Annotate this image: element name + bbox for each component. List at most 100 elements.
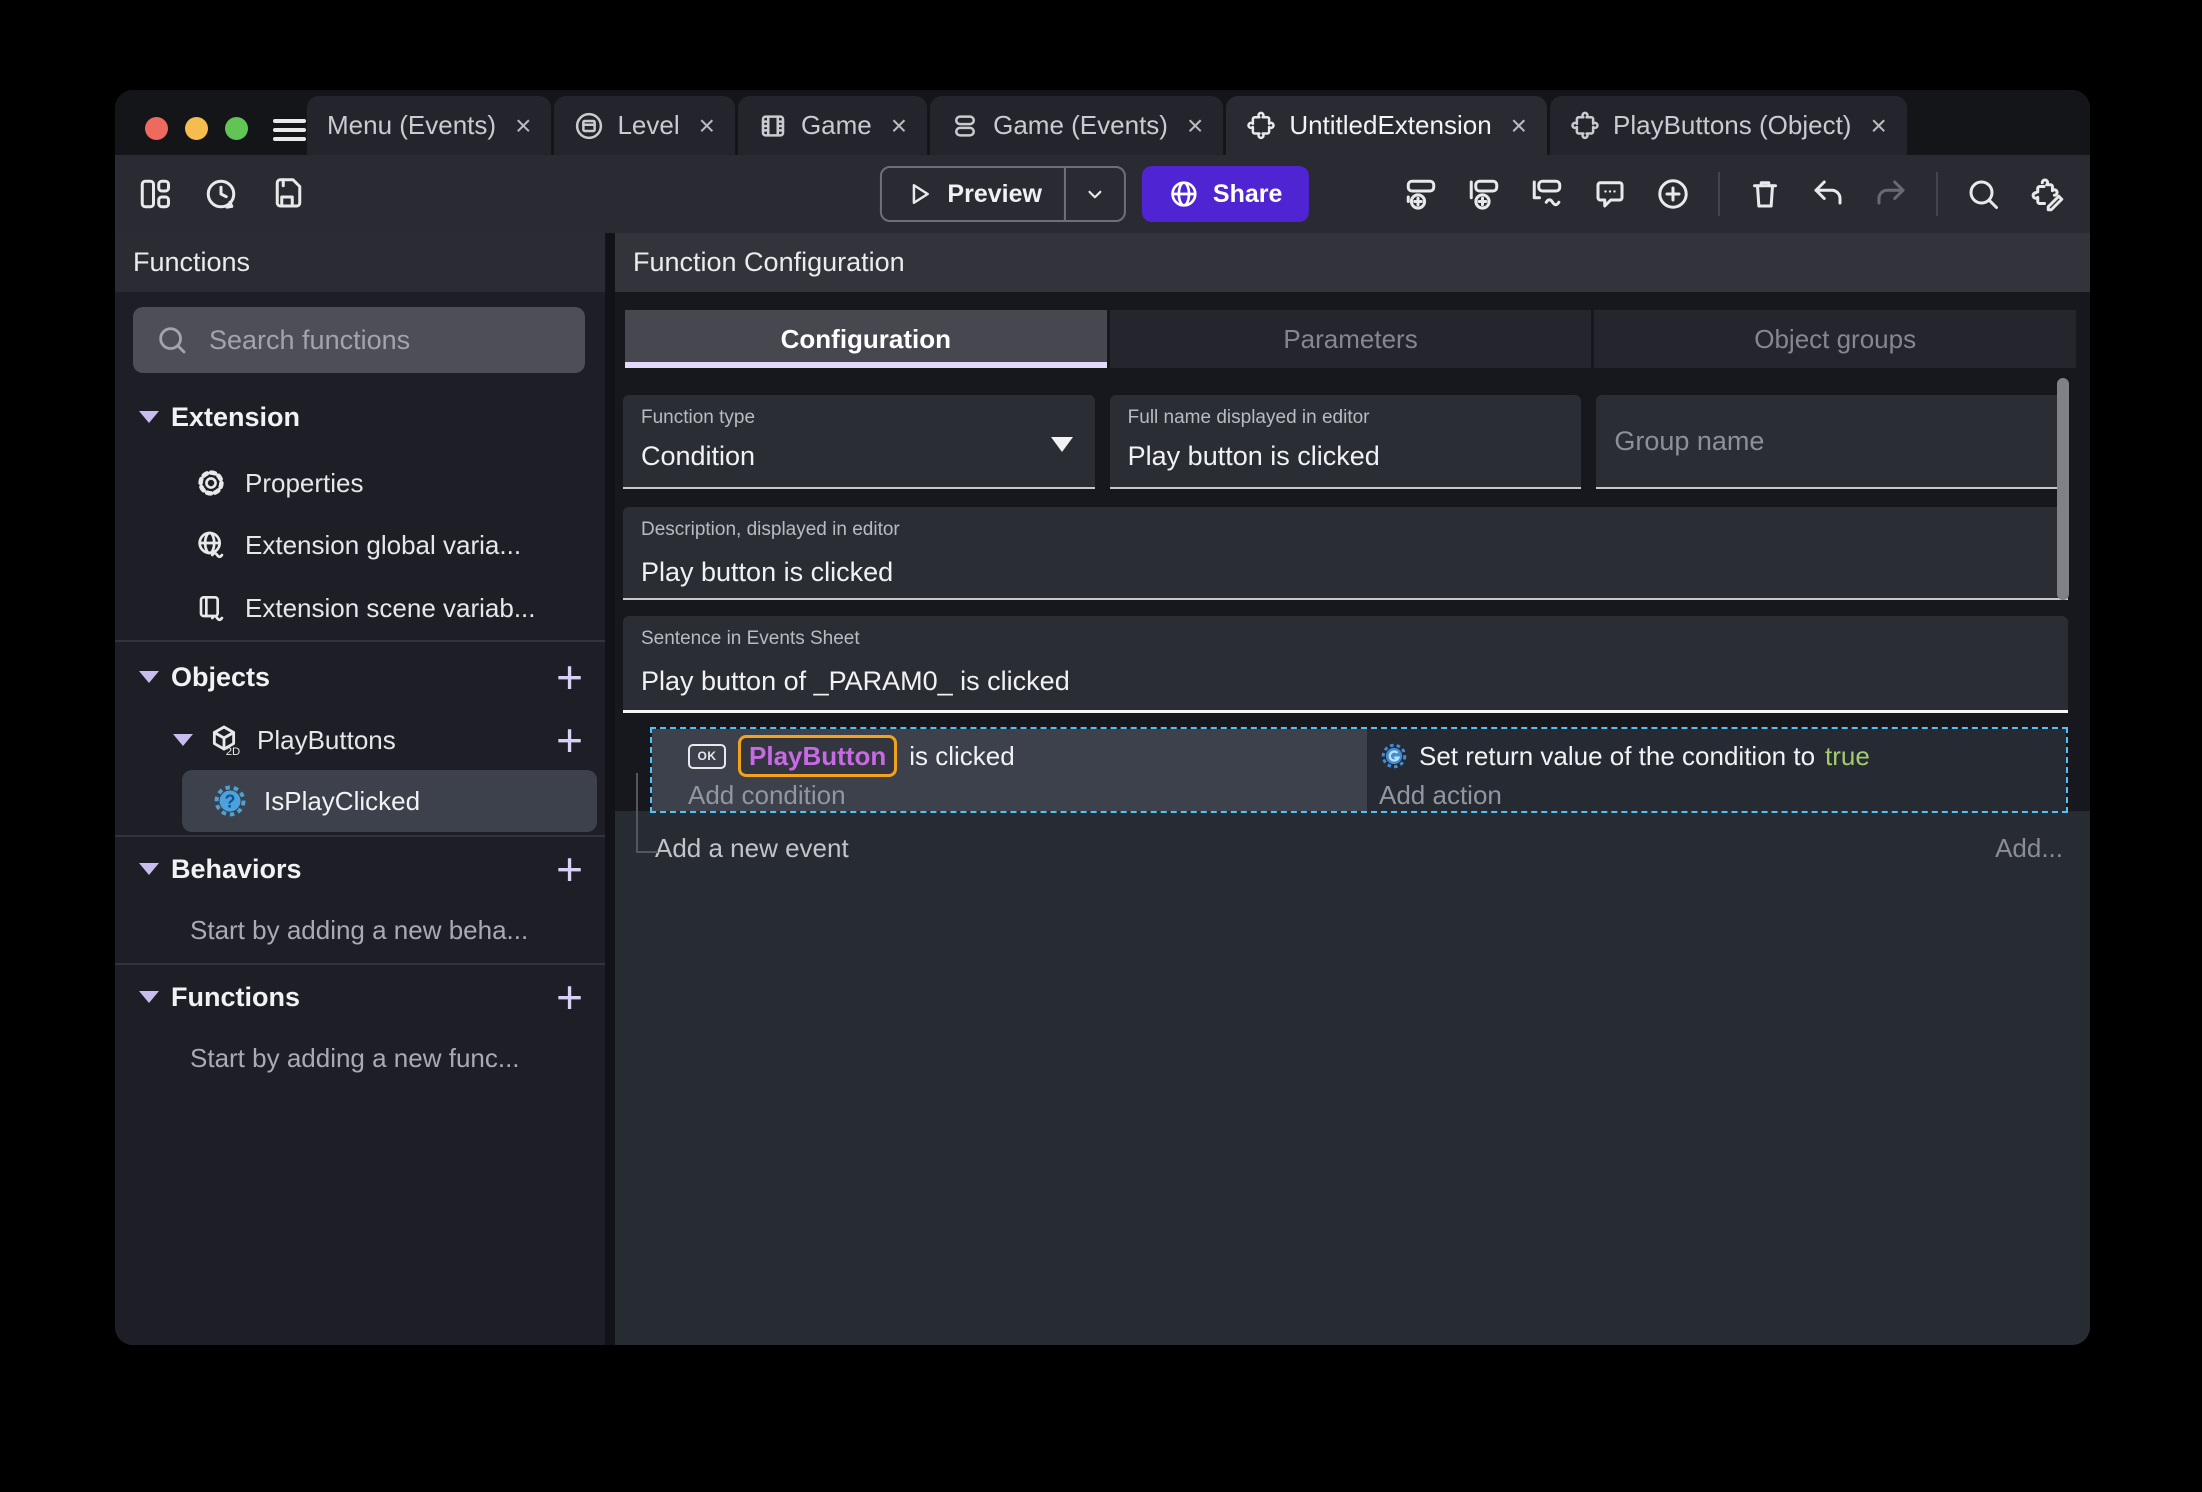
dropdown-caret-icon	[1050, 437, 1073, 452]
share-button[interactable]: Share	[1141, 166, 1309, 222]
circle-plus-icon[interactable]	[1655, 176, 1691, 212]
minimize-window-button[interactable]	[185, 117, 208, 140]
close-tab-icon[interactable]: ×	[1511, 111, 1527, 140]
search-functions-box[interactable]	[133, 307, 585, 373]
sidebar-section-extension[interactable]: Extension	[115, 392, 605, 442]
empty-state-label: Start by adding a new beha...	[190, 914, 529, 945]
close-window-button[interactable]	[145, 117, 168, 140]
add-free-function-button[interactable]: +	[556, 974, 583, 1020]
tab-parameters[interactable]: Parameters	[1109, 310, 1592, 368]
editor-tabs: Menu (Events) × Level × Game × Game (Eve…	[307, 96, 1910, 155]
sentence-field[interactable]: Sentence in Events Sheet Play button of …	[623, 616, 2068, 713]
collapse-triangle-icon[interactable]	[139, 991, 159, 1003]
redo-icon[interactable]	[1873, 176, 1909, 212]
configuration-tabs: Configuration Parameters Object groups	[625, 310, 2077, 368]
globe-variables-icon	[198, 531, 224, 559]
sidebar-item-extension-scene-variables[interactable]: Extension scene variab...	[115, 583, 605, 633]
sidebar-section-behaviors[interactable]: Behaviors +	[115, 844, 605, 894]
add-action-button[interactable]: Add action	[1379, 780, 2066, 811]
close-tab-icon[interactable]: ×	[515, 111, 531, 140]
functions-sidebar: Functions Extension Properties Extension…	[115, 233, 605, 1345]
tab-label: Level	[617, 110, 680, 140]
preview-dropdown-button[interactable]	[1066, 168, 1124, 220]
scene-icon	[576, 112, 603, 139]
tab-label: Game (Events)	[993, 110, 1168, 140]
add-condition-button[interactable]: Add condition	[688, 780, 1367, 811]
function-type-select[interactable]: Function type Condition	[623, 395, 1095, 489]
svg-text:?: ?	[225, 791, 236, 811]
button-object-icon: OK	[688, 743, 726, 769]
condition-instruction[interactable]: OK PlayButton is clicked	[688, 735, 1367, 777]
group-name-field[interactable]	[1596, 395, 2068, 489]
search-icon	[159, 327, 186, 354]
search-icon[interactable]	[1965, 176, 2001, 212]
chevron-down-icon	[1088, 190, 1102, 199]
panel-divider[interactable]	[605, 233, 615, 1345]
item-label: IsPlayClicked	[264, 785, 421, 816]
play-icon	[912, 184, 929, 204]
project-manager-icon[interactable]	[137, 176, 173, 212]
conditions-column[interactable]: OK PlayButton is clicked Add condition	[652, 729, 1367, 811]
collapse-triangle-icon[interactable]	[139, 863, 159, 875]
sidebar-item-isplayclicked[interactable]: ? IsPlayClicked	[182, 770, 597, 832]
functions-empty-state: Start by adding a new func...	[115, 1033, 605, 1083]
preview-button[interactable]: Preview	[879, 166, 1126, 222]
section-divider	[115, 835, 605, 837]
menu-icon[interactable]	[273, 119, 306, 141]
add-function-to-object-button[interactable]: +	[556, 717, 583, 763]
actions-column[interactable]: Set return value of the condition to tru…	[1367, 729, 2066, 811]
close-tab-icon[interactable]: ×	[891, 111, 907, 140]
events-sheet[interactable]: Add a new event Add...	[615, 811, 2090, 1345]
function-gear-icon	[1379, 741, 1409, 771]
tab-game[interactable]: Game ×	[737, 96, 928, 155]
close-tab-icon[interactable]: ×	[699, 111, 715, 140]
add-object-button[interactable]: +	[556, 654, 583, 700]
sidebar-section-functions[interactable]: Functions +	[115, 972, 605, 1022]
action-instruction[interactable]: Set return value of the condition to tru…	[1379, 736, 2066, 776]
group-name-input[interactable]	[1614, 425, 2050, 457]
tab-game-events[interactable]: Game (Events) ×	[930, 96, 1224, 155]
item-label: Extension global varia...	[245, 529, 522, 560]
sidebar-item-properties[interactable]: Properties	[115, 458, 605, 508]
collapse-triangle-icon[interactable]	[139, 411, 159, 423]
tab-level[interactable]: Level ×	[554, 96, 735, 155]
full-name-field[interactable]: Full name displayed in editor Play butto…	[1109, 395, 1582, 489]
tab-label: Menu (Events)	[327, 110, 497, 140]
add-behavior-button[interactable]: +	[556, 846, 583, 892]
delete-icon[interactable]	[1747, 176, 1783, 212]
full-name-value: Play button is clicked	[1127, 441, 1380, 471]
collapse-triangle-icon[interactable]	[139, 671, 159, 683]
close-tab-icon[interactable]: ×	[1870, 111, 1886, 140]
maximize-window-button[interactable]	[225, 117, 248, 140]
undo-icon[interactable]	[1810, 176, 1846, 212]
sidebar-item-extension-global-variables[interactable]: Extension global varia...	[115, 520, 605, 570]
vertical-scrollbar[interactable]	[2057, 378, 2069, 600]
add-other-event-icon[interactable]	[1529, 176, 1565, 212]
tab-object-groups[interactable]: Object groups	[1594, 310, 2077, 368]
section-label: Functions	[171, 981, 300, 1012]
preview-button-main[interactable]: Preview	[881, 168, 1064, 220]
tab-configuration[interactable]: Configuration	[625, 310, 1107, 368]
tab-label: Game	[800, 110, 872, 140]
selected-event-row[interactable]: OK PlayButton is clicked Add condition S…	[650, 727, 2068, 813]
object-chip-playbutton[interactable]: PlayButton	[738, 735, 898, 777]
toolbar-center-group: Preview Share	[879, 166, 1309, 222]
add-comment-icon[interactable]	[1592, 176, 1628, 212]
search-functions-input[interactable]	[209, 324, 575, 356]
close-tab-icon[interactable]: ×	[1187, 111, 1203, 140]
edit-extension-icon[interactable]	[2028, 176, 2064, 212]
sidebar-section-objects[interactable]: Objects +	[115, 652, 605, 702]
description-field[interactable]: Description, displayed in editor Play bu…	[623, 507, 2068, 600]
add-new-event-button[interactable]: Add a new event	[655, 833, 849, 863]
tab-menu-events[interactable]: Menu (Events) ×	[307, 96, 552, 155]
add-subevent-icon[interactable]	[1466, 176, 1502, 212]
save-icon[interactable]	[269, 176, 305, 212]
add-more-button[interactable]: Add...	[1995, 833, 2063, 864]
tab-playbuttons-object[interactable]: PlayButtons (Object) ×	[1550, 96, 1907, 155]
add-event-icon[interactable]	[1403, 176, 1439, 212]
collapse-triangle-icon[interactable]	[173, 734, 193, 746]
sidebar-item-playbuttons[interactable]: 2D PlayButtons +	[115, 715, 605, 765]
content-area: Functions Extension Properties Extension…	[115, 233, 2090, 1345]
history-icon[interactable]	[203, 176, 239, 212]
tab-untitled-extension[interactable]: UntitledExtension ×	[1226, 96, 1548, 155]
